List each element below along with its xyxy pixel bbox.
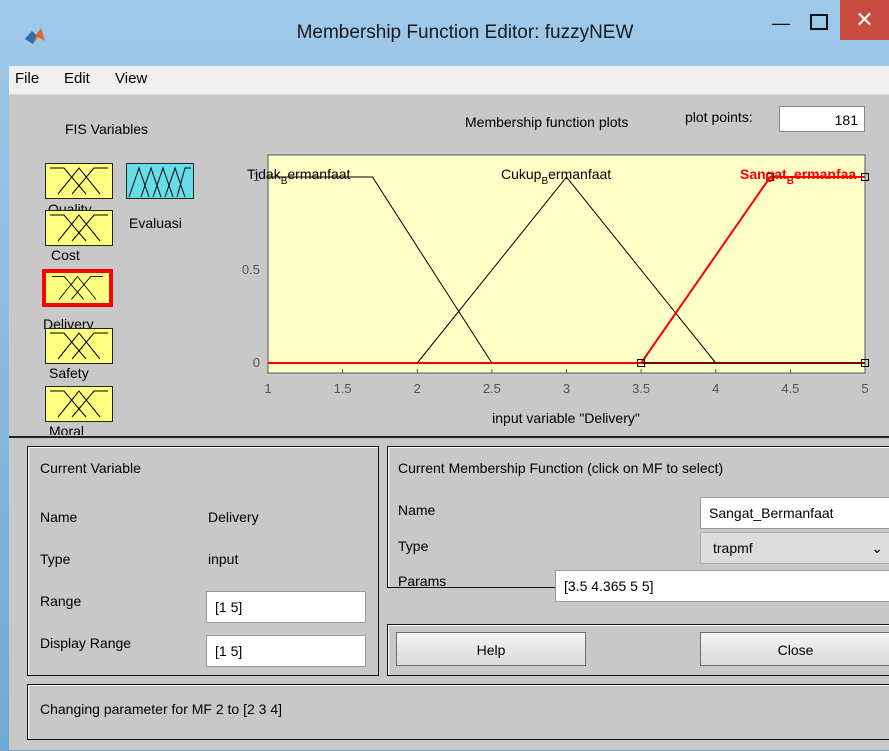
cv-name-value: Delivery <box>208 509 259 525</box>
maximize-icon[interactable] <box>810 14 828 30</box>
mf-glyph-icon <box>50 332 108 360</box>
menu-bar: File Edit View <box>9 66 889 95</box>
current-mf-panel: Current Membership Function (click on MF… <box>387 446 889 589</box>
mf-glyph-icon <box>50 167 108 195</box>
chevron-down-icon: ⌄ <box>871 540 883 556</box>
y-tick-label: 0 <box>253 355 260 370</box>
var-box-quality[interactable] <box>45 163 113 199</box>
x-tick-label: 3 <box>563 381 570 396</box>
var-box-cost[interactable] <box>45 210 113 246</box>
cv-range-label: Range <box>40 593 82 609</box>
var-box-evaluasi[interactable] <box>126 163 194 199</box>
cv-display-range-input[interactable]: [1 5] <box>206 635 366 667</box>
plot-points-label: plot points: <box>685 109 753 125</box>
window-frame: Membership Function Editor: fuzzyNEW — ✕… <box>0 0 889 751</box>
var-label-moral: Moral <box>49 423 85 435</box>
cv-display-range-label: Display Range <box>40 635 132 651</box>
var-box-moral[interactable] <box>45 386 113 422</box>
minimize-icon[interactable]: — <box>770 12 792 34</box>
upper-pane: FIS Variables Quality Evaluasi Cost Deli… <box>9 95 889 436</box>
var-box-delivery[interactable] <box>42 269 113 307</box>
mf-params-input[interactable]: [3.5 4.365 5 5] <box>555 570 889 602</box>
var-label-cost: Cost <box>51 247 80 263</box>
x-tick-label: 1 <box>264 381 271 396</box>
fis-variables-heading: FIS Variables <box>65 121 148 137</box>
window-title: Membership Function Editor: fuzzyNEW <box>296 22 634 43</box>
cv-name-label: Name <box>40 509 78 525</box>
help-button[interactable]: Help <box>396 632 586 666</box>
cv-type-label: Type <box>40 551 71 567</box>
var-label-safety: Safety <box>49 365 89 381</box>
menu-file[interactable]: File <box>15 70 39 87</box>
x-tick-label: 5 <box>861 381 868 396</box>
x-tick-label: 3.5 <box>632 381 650 396</box>
current-mf-heading: Current Membership Function (click on MF… <box>398 460 724 476</box>
mf-name-label: Name <box>398 502 436 518</box>
mf-type-select[interactable]: trapmf ⌄ <box>700 532 889 564</box>
x-tick-label: 1.5 <box>334 381 352 396</box>
mf-plots-heading: Membership function plots <box>465 114 629 130</box>
mf-params-label: Params <box>398 573 447 589</box>
mf-type-label: Type <box>398 538 429 554</box>
cv-type-value: input <box>208 551 239 567</box>
lower-pane: Current Variable Name Delivery Type inpu… <box>9 436 889 750</box>
y-tick-label: 0.5 <box>242 262 260 277</box>
var-box-safety[interactable] <box>45 328 113 364</box>
mf-type-value: trapmf <box>713 540 753 556</box>
cv-range-input[interactable]: [1 5] <box>206 591 366 623</box>
current-variable-heading: Current Variable <box>40 460 141 476</box>
var-label-evaluasi: Evaluasi <box>129 215 182 231</box>
mf-name-input[interactable]: Sangat_Bermanfaat <box>700 497 889 529</box>
plot-area[interactable] <box>267 154 866 374</box>
menu-view[interactable]: View <box>115 70 147 87</box>
close-window-icon[interactable]: ✕ <box>840 0 889 40</box>
buttons-panel: Help Close <box>387 624 889 676</box>
status-panel: Changing parameter for MF 2 to [2 3 4] <box>27 684 889 740</box>
menu-edit[interactable]: Edit <box>64 70 90 87</box>
current-variable-panel: Current Variable Name Delivery Type inpu… <box>27 446 379 676</box>
x-tick-label: 4 <box>712 381 719 396</box>
plot-points-input[interactable]: 181 <box>779 106 865 132</box>
matlab-logo-icon <box>25 28 45 44</box>
title-bar[interactable]: Membership Function Editor: fuzzyNEW — ✕ <box>0 0 889 66</box>
editor-client-area: File Edit View FIS Variables Quality Eva… <box>9 66 889 750</box>
x-tick-label: 2 <box>414 381 421 396</box>
close-button[interactable]: Close <box>700 632 889 666</box>
mf-glyph-icon <box>50 214 108 242</box>
status-text: Changing parameter for MF 2 to [2 3 4] <box>40 701 283 717</box>
mf-glyph-icon <box>128 166 191 198</box>
mf-glyph-icon <box>50 390 108 418</box>
x-tick-label: 2.5 <box>483 381 501 396</box>
x-tick-label: 4.5 <box>781 381 799 396</box>
mf-glyph-icon <box>51 275 104 300</box>
x-axis-label: input variable "Delivery" <box>492 410 640 426</box>
mf-plot[interactable]: 1 1.5 2 2.5 3 3.5 4 4.5 500.51 TidakBermanfaat C… <box>229 143 889 433</box>
